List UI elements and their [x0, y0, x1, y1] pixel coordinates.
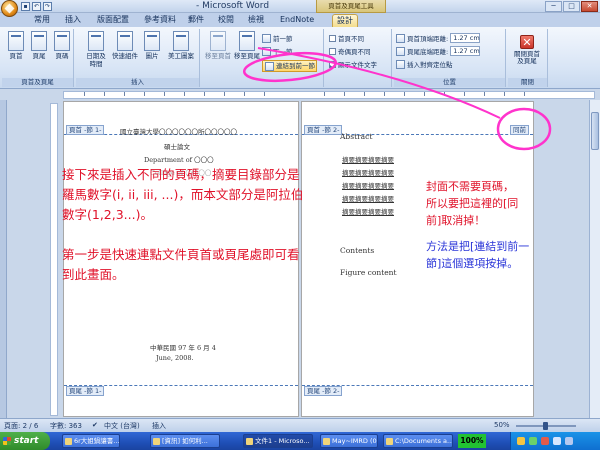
minimize-button[interactable]: ─	[545, 1, 562, 12]
vertical-ruler[interactable]	[50, 103, 58, 416]
header-section-tag: 頁首 -節 1-	[66, 125, 105, 135]
window-title: - Microsoft Word	[196, 1, 270, 11]
quick-parts-button[interactable]: 快速組件	[112, 31, 138, 60]
tab-insert[interactable]: 插入	[61, 14, 85, 27]
abstract-line: 摘要摘要摘要摘要	[342, 169, 394, 177]
picture-button[interactable]: 圖片	[142, 31, 162, 60]
university-name: 國立臺灣大學〇〇〇〇〇〇所〇〇〇〇〇	[120, 128, 237, 136]
zoom-badge[interactable]: 100%	[458, 434, 486, 448]
status-bar: 頁面: 2 / 6 字數: 363 ✔ 中文 (台灣) 插入 50%	[0, 418, 600, 432]
header-button[interactable]: 頁首	[6, 31, 26, 60]
title-bar: ▪ ↶ ↷ - Microsoft Word 頁首及頁尾工具 ─ □ ✕	[0, 0, 600, 17]
goto-header-icon	[210, 31, 226, 51]
zoom-level[interactable]: 50%	[494, 421, 510, 429]
abstract-line: 摘要摘要摘要摘要	[342, 195, 394, 203]
vertical-scrollbar[interactable]	[589, 100, 600, 418]
tab-mailings[interactable]: 郵件	[184, 14, 208, 27]
tab-view[interactable]: 檢視	[244, 14, 268, 27]
tray-icon[interactable]	[517, 437, 525, 445]
group-label: 插入	[76, 78, 199, 87]
taskbar-item-active[interactable]: 文件1 - Microso...	[243, 434, 313, 448]
footer-button[interactable]: 頁尾	[29, 31, 49, 60]
tab-review[interactable]: 校閱	[214, 14, 238, 27]
left-gutter	[0, 100, 7, 418]
save-icon[interactable]: ▪	[21, 2, 30, 11]
office-button[interactable]	[1, 0, 18, 17]
zoom-slider[interactable]	[516, 422, 576, 430]
maximize-button[interactable]: □	[563, 1, 580, 12]
figure-content-heading: Figure content	[340, 268, 397, 277]
system-tray	[510, 432, 600, 450]
department-text: Department of 〇〇〇	[144, 156, 214, 164]
window-controls: ─ □ ✕	[545, 1, 598, 12]
page-number-button[interactable]: 頁碼	[52, 31, 72, 60]
instruction-note-right: 封面不需要頁碼， 所以要把這裡的[同 前]取消掉！	[426, 180, 519, 227]
tray-icon[interactable]	[541, 437, 549, 445]
footer-section-tag: 頁尾 -節 1-	[66, 386, 105, 396]
word-count[interactable]: 字數: 363	[50, 421, 82, 431]
calendar-icon	[88, 31, 104, 51]
taskbar-item[interactable]: 6r大姐鍋讓書...	[62, 434, 120, 448]
start-button[interactable]: start	[0, 432, 50, 450]
instruction-paragraph: 第一步是快速連點文件頁首或頁尾處即可看到此畫面。	[62, 247, 300, 282]
context-tab-group-label: 頁首及頁尾工具	[316, 0, 386, 13]
taskbar: start 6r大姐鍋讓書... [資訊] 如何利... 文件1 - Micro…	[0, 432, 600, 450]
undo-icon[interactable]: ↶	[32, 2, 41, 11]
tray-icon[interactable]	[553, 437, 561, 445]
date-time-button[interactable]: 日期及時間	[84, 31, 108, 68]
goto-header-button[interactable]: 移至頁首	[204, 31, 232, 60]
taskbar-item[interactable]: [資訊] 如何利...	[150, 434, 220, 448]
spelling-icon[interactable]: ✔	[92, 421, 98, 429]
tab-endnote[interactable]: EndNote	[276, 14, 318, 27]
page-count[interactable]: 頁面: 2 / 6	[4, 421, 38, 431]
quick-parts-icon	[117, 31, 133, 51]
header-footer-group: 頁首 頁尾 頁碼 頁首及頁尾	[2, 29, 74, 87]
zoom-slider-knob[interactable]	[543, 422, 548, 430]
tab-home[interactable]: 常用	[30, 14, 54, 27]
picture-icon	[144, 31, 160, 51]
clip-art-button[interactable]: 美工圖案	[166, 31, 196, 60]
date-english: June, 2008.	[156, 354, 194, 362]
date-chinese: 中華民國 97 年 6 月 4	[150, 344, 216, 352]
redo-icon[interactable]: ↷	[43, 2, 52, 11]
instruction-note-left: 接下來是插入不同的頁碼，摘要目錄部分是羅馬數字(i, ii, iii, ...)…	[62, 165, 306, 285]
method-note: 方法是把[連結到前一 節]這個選項按掉。	[426, 240, 530, 270]
scroll-thumb[interactable]	[591, 112, 599, 150]
contents-heading: Contents	[340, 246, 375, 255]
abstract-line: 摘要摘要摘要摘要	[342, 208, 394, 216]
quick-access-toolbar: ▪ ↶ ↷	[21, 2, 52, 11]
highlight-annotation	[257, 47, 552, 151]
close-window-button[interactable]: ✕	[581, 1, 598, 12]
tab-references[interactable]: 參考資料	[140, 14, 180, 27]
instruction-paragraph: 接下來是插入不同的頁碼，摘要目錄部分是羅馬數字(i, ii, iii, ...)…	[62, 167, 304, 222]
tab-design[interactable]: 設計	[332, 14, 358, 27]
footer-icon	[31, 31, 47, 51]
language-indicator[interactable]: 中文 (台灣)	[104, 421, 140, 431]
tab-page-layout[interactable]: 版面配置	[93, 14, 133, 27]
clip-art-icon	[173, 31, 189, 51]
header-icon	[8, 31, 24, 51]
taskbar-item[interactable]: May~IMRD (06...	[320, 434, 378, 448]
page-number-icon	[54, 31, 70, 51]
abstract-line: 摘要摘要摘要摘要	[342, 182, 394, 190]
insert-group: 日期及時間 快速組件 圖片 美工圖案 插入	[76, 29, 200, 87]
taskbar-item[interactable]: C:\Documents a...	[383, 434, 453, 448]
group-label: 頁首及頁尾	[2, 78, 73, 87]
insert-mode[interactable]: 插入	[152, 421, 166, 431]
tray-icon[interactable]	[565, 437, 573, 445]
tray-icon[interactable]	[529, 437, 537, 445]
thesis-type: 碩士論文	[164, 143, 190, 151]
ribbon-tabs: 常用 插入 版面配置 參考資料 郵件 校閱 檢視 EndNote 設計	[0, 13, 600, 27]
footer-section-tag: 頁尾 -節 2-	[304, 386, 343, 396]
